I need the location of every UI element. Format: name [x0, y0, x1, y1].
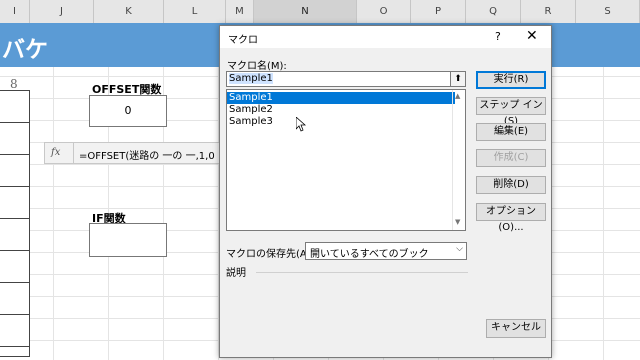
banner-title: バケ [2, 37, 48, 63]
table-row[interactable] [0, 251, 29, 283]
table-row[interactable] [0, 91, 29, 123]
column-header-n[interactable]: N [254, 0, 357, 23]
macro-store-select[interactable]: 開いているすべてのブック ⌵ [305, 242, 467, 260]
column-header-l[interactable]: L [164, 0, 226, 23]
table-column-number: 8 [10, 77, 18, 91]
dialog-title: マクロ [228, 35, 258, 46]
maze-table[interactable] [0, 90, 30, 357]
list-scrollbar[interactable]: ▲ ▼ [452, 90, 465, 230]
column-header-p[interactable]: P [411, 0, 466, 23]
column-header-j[interactable]: J [30, 0, 94, 23]
scroll-down-icon[interactable]: ▼ [455, 218, 460, 226]
mouse-cursor-icon [296, 117, 306, 132]
function-icon[interactable]: fx [51, 147, 60, 158]
macro-name-value: Sample1 [229, 73, 273, 84]
arrow-up-icon[interactable]: ⬆ [450, 71, 466, 87]
column-header-k[interactable]: K [94, 0, 164, 23]
macro-name-label: マクロ名(M): [227, 61, 287, 72]
macro-dialog: マクロ ? ✕ マクロ名(M): Sample1 ⬆ Sample1 Sampl… [219, 25, 552, 358]
run-button[interactable]: 実行(R) [476, 71, 546, 89]
dialog-titlebar[interactable]: マクロ ? ✕ [220, 26, 551, 48]
list-item[interactable]: Sample3 [227, 116, 455, 128]
table-row[interactable] [0, 219, 29, 251]
help-icon[interactable]: ? [495, 30, 501, 43]
create-button[interactable]: 作成(C) [476, 149, 546, 167]
column-header-m[interactable]: M [226, 0, 254, 23]
column-header-i[interactable]: I [0, 0, 30, 23]
delete-button[interactable]: 削除(D) [476, 176, 546, 194]
edit-button[interactable]: 編集(E) [476, 123, 546, 141]
options-button[interactable]: オプション(O)... [476, 203, 546, 233]
table-row[interactable] [0, 283, 29, 315]
formula-bar-divider [73, 143, 74, 163]
if-result-cell[interactable] [89, 223, 167, 257]
scroll-up-icon[interactable]: ▲ [455, 92, 460, 100]
list-item[interactable]: Sample2 [227, 104, 455, 116]
table-row[interactable] [0, 187, 29, 219]
table-row[interactable] [0, 315, 29, 347]
column-header-o[interactable]: O [357, 0, 411, 23]
description-label: 説明 [226, 268, 246, 279]
macro-store-label: マクロの保存先(A): [226, 249, 315, 260]
column-header-r[interactable]: R [521, 0, 576, 23]
chevron-down-icon[interactable]: ⌵ [456, 244, 463, 254]
close-icon[interactable]: ✕ [526, 28, 538, 44]
cancel-button[interactable]: キャンセル [486, 319, 546, 338]
macro-name-input[interactable]: Sample1 [226, 71, 466, 87]
macro-store-value: 開いているすべてのブック [310, 249, 429, 260]
description-divider [256, 272, 468, 273]
table-row[interactable] [0, 155, 29, 187]
formula-text[interactable]: =OFFSET(迷路の 一の 一,1,0 [79, 147, 215, 162]
column-header-bar: IJKLMNOPQRS [0, 0, 640, 24]
list-item[interactable]: Sample1 [227, 92, 455, 104]
step-into-button[interactable]: ステップ イン(S) [476, 97, 546, 127]
column-header-s[interactable]: S [576, 0, 640, 23]
table-row[interactable] [0, 123, 29, 155]
offset-result-cell[interactable]: 0 [89, 95, 167, 127]
column-header-q[interactable]: Q [466, 0, 521, 23]
macro-list[interactable]: Sample1 Sample2 Sample3 ▲ ▼ [226, 89, 466, 231]
formula-bar[interactable]: fx =OFFSET(迷路の 一の 一,1,0 [44, 142, 220, 164]
